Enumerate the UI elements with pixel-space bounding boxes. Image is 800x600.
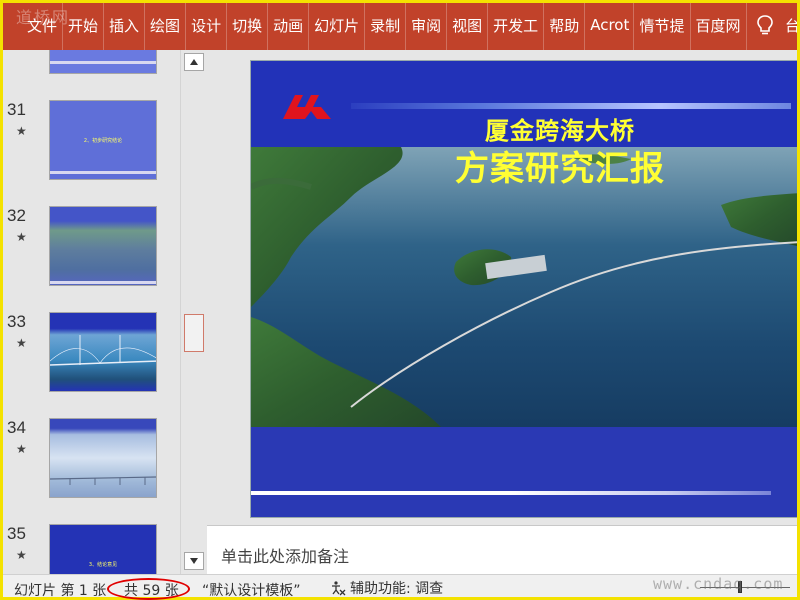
thumbnail-number: 32 — [7, 206, 26, 225]
ribbon-tabs: 道桥网 文件 开始 插入 绘图 设计 切换 动画 幻灯片 录制 审阅 视图 开发… — [0, 0, 800, 50]
tab-developer[interactable]: 开发工 — [488, 0, 545, 50]
slide-thumbnail-pane[interactable]: 31 ★ 2、初步研究结论 32 ★ 33 ★ 34 ★ 35 ★ 3、结论意见 — [3, 50, 180, 574]
thumbnail-item-31[interactable]: 31 ★ 2、初步研究结论 — [3, 100, 180, 190]
status-accessibility[interactable]: 辅助功能: 调查 — [330, 578, 443, 598]
watermark-top: 道桥网 — [16, 8, 71, 27]
slide-title-line2[interactable]: 方案研究汇报 — [251, 141, 799, 190]
watermark-bottom: www.cndaq.com — [653, 575, 784, 593]
slide-editor[interactable]: 厦金跨海大桥 方案研究汇报 — [207, 50, 800, 525]
tab-review[interactable]: 审阅 — [406, 0, 448, 50]
status-slide-number: 幻灯片 第 1 张 — [14, 583, 107, 599]
chevron-down-icon — [190, 558, 198, 564]
thumbnail-image[interactable] — [49, 418, 157, 498]
scroll-thumb[interactable] — [184, 314, 204, 352]
tab-transitions[interactable]: 切换 — [227, 0, 269, 50]
slide-header-stripe — [351, 103, 791, 109]
current-slide[interactable]: 厦金跨海大桥 方案研究汇报 — [250, 60, 800, 518]
slide-footer-band — [251, 427, 799, 517]
thumbnail-item-32[interactable]: 32 ★ — [3, 206, 180, 296]
animation-star-icon: ★ — [16, 336, 27, 350]
notes-pane[interactable]: 单击此处添加备注 — [207, 525, 800, 574]
tab-storyboard[interactable]: 情节提 — [634, 0, 691, 50]
slide-footer-line — [251, 491, 771, 495]
logo-icon — [283, 95, 331, 119]
tab-view[interactable]: 视图 — [447, 0, 489, 50]
tab-record[interactable]: 录制 — [365, 0, 407, 50]
chevron-up-icon — [190, 59, 198, 65]
thumbnail-title: 3、结论意见 — [88, 562, 118, 568]
tab-acrobat[interactable]: Acrot — [585, 0, 635, 50]
ribbon-overflow-label[interactable]: 台 — [783, 15, 800, 36]
status-theme-name[interactable]: “默认设计模板” — [202, 580, 301, 600]
status-accessibility-label: 辅助功能: 调查 — [350, 581, 444, 597]
tab-draw[interactable]: 绘图 — [145, 0, 187, 50]
tab-animations[interactable]: 动画 — [268, 0, 310, 50]
tab-insert[interactable]: 插入 — [104, 0, 146, 50]
accessibility-icon — [332, 581, 346, 596]
thumbnail-item-35[interactable]: 35 ★ 3、结论意见 — [3, 524, 180, 574]
thumbnail-number: 35 — [7, 524, 26, 543]
scroll-up-button[interactable] — [184, 53, 204, 71]
thumbnail-image[interactable]: 2、初步研究结论 — [49, 100, 157, 180]
animation-star-icon: ★ — [16, 548, 27, 562]
thumbnail-image[interactable] — [49, 50, 157, 74]
tab-help[interactable]: 帮助 — [544, 0, 586, 50]
thumbnail-item-33[interactable]: 33 ★ — [3, 312, 180, 402]
tab-design[interactable]: 设计 — [186, 0, 228, 50]
thumbnail-image[interactable]: 3、结论意见 — [49, 524, 157, 574]
tab-slideshow[interactable]: 幻灯片 — [309, 0, 366, 50]
thumbnail-item-34[interactable]: 34 ★ — [3, 418, 180, 508]
thumbnail-scrollbar[interactable] — [180, 50, 206, 574]
scroll-down-button[interactable] — [184, 552, 204, 570]
thumbnail-item[interactable] — [3, 50, 180, 84]
thumbnail-image[interactable] — [49, 206, 157, 286]
animation-star-icon: ★ — [16, 230, 27, 244]
lightbulb-icon[interactable] — [747, 0, 783, 50]
status-total-slides: 共 59 张 — [124, 583, 179, 599]
thumbnail-number: 31 — [7, 100, 26, 119]
animation-star-icon: ★ — [16, 442, 27, 456]
notes-placeholder[interactable]: 单击此处添加备注 — [221, 543, 349, 567]
tab-baidu[interactable]: 百度网 — [691, 0, 747, 50]
thumbnail-number: 33 — [7, 312, 26, 331]
animation-star-icon: ★ — [16, 124, 27, 138]
thumbnail-image[interactable] — [49, 312, 157, 392]
thumbnail-title: 2、初步研究结论 — [83, 138, 123, 144]
thumbnail-number: 34 — [7, 418, 26, 437]
